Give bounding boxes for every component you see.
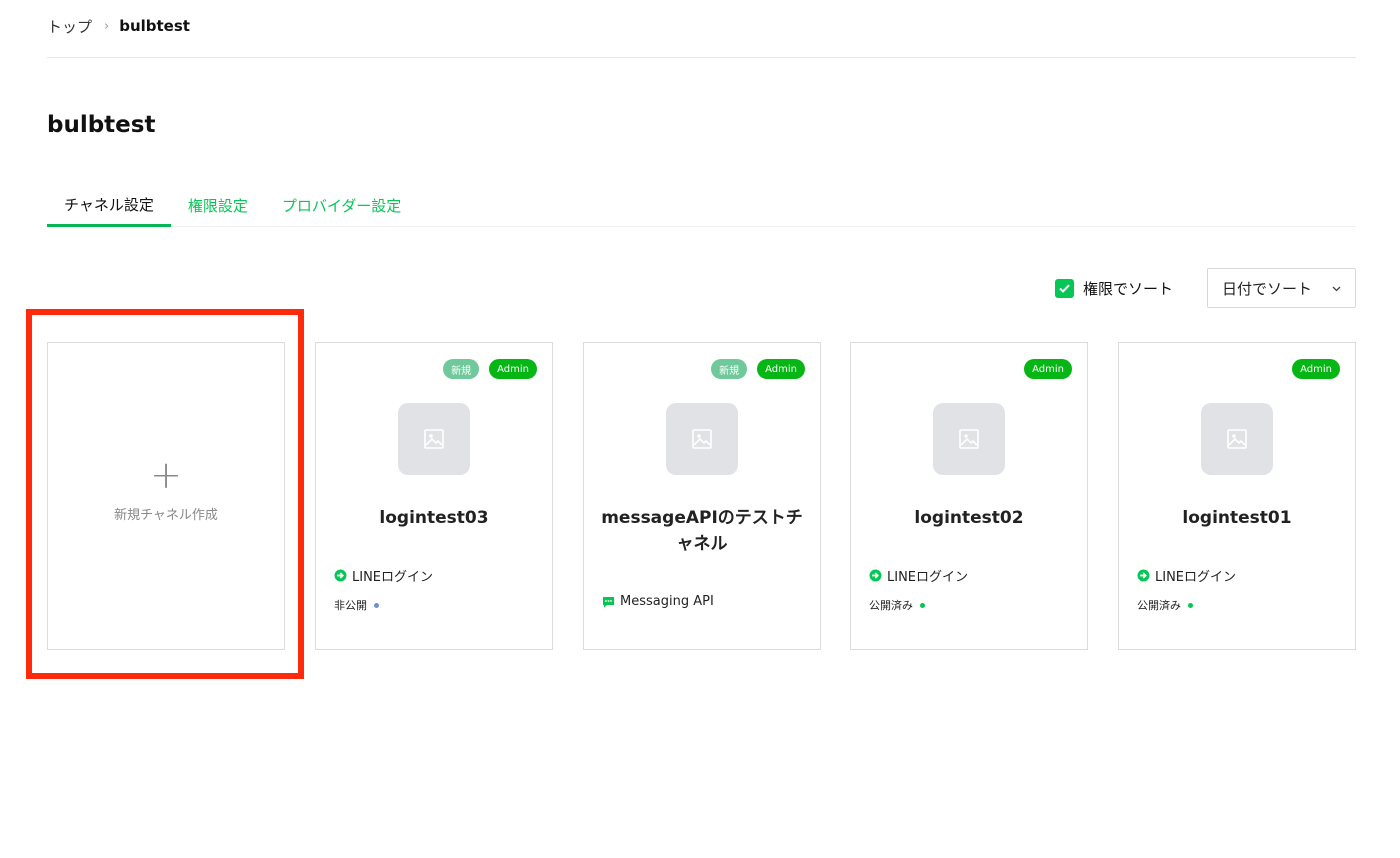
new-badge: 新規 [711,359,748,379]
breadcrumb-current: bulbtest [119,17,190,35]
sort-bar: 権限でソート 日付でソート [1054,268,1356,308]
admin-badge: Admin [489,359,537,379]
image-placeholder-icon [1201,403,1273,475]
new-badge: 新規 [443,359,480,379]
channel-type: LINEログイン [1137,566,1236,585]
channel-type: Messaging API [602,594,714,609]
image-placeholder-icon [398,403,470,475]
tab-permission-settings[interactable]: 権限設定 [171,184,265,227]
sort-by-permission-label: 権限でソート [1082,279,1173,298]
channel-name: messageAPIのテストチャネル [601,508,803,554]
channel-status-label: 公開済み [1137,599,1181,612]
status-dot [1188,602,1193,608]
sort-by-date-select[interactable]: 日付でソート [1207,268,1356,308]
line-login-icon [334,569,347,582]
tab-bar: チャネル設定 権限設定 プロバイダー設定 [47,184,1356,227]
breadcrumb-home-link[interactable]: トップ [47,16,92,37]
channel-type: LINEログイン [334,566,433,585]
create-channel-card[interactable]: + 新規チャネル作成 [47,342,285,650]
sort-by-permission-checkbox[interactable]: 権限でソート [1054,278,1173,299]
checkbox-checked-icon[interactable] [1054,278,1074,298]
create-channel-label: 新規チャネル作成 [114,507,218,523]
messaging-api-icon [602,596,615,608]
channel-type-label: LINEログイン [352,570,434,585]
channel-status: 公開済み [869,597,925,613]
channel-type-label: LINEログイン [887,570,969,585]
sort-select-value: 日付でソート [1222,279,1313,298]
tab-provider-settings[interactable]: プロバイダー設定 [265,184,418,227]
admin-badge: Admin [757,359,805,379]
channel-status: 非公開 [334,597,379,613]
channel-card[interactable]: Admin logintest02 LINEログイン 公開済み [850,342,1088,650]
chevron-down-icon [1332,282,1341,295]
tab-channel-settings[interactable]: チャネル設定 [47,184,171,227]
badge-group: Admin [1292,359,1340,379]
channel-type: LINEログイン [869,566,968,585]
channel-card[interactable]: Admin logintest01 LINEログイン 公開済み [1118,342,1356,650]
status-dot [920,602,925,608]
channel-card[interactable]: 新規 Admin messageAPIのテストチャネル Messaging AP… [583,342,821,650]
image-placeholder-icon [666,403,738,475]
channel-name: logintest03 [379,508,489,528]
badge-group: Admin [1024,359,1072,379]
channel-status-label: 非公開 [334,599,367,612]
channel-name: logintest01 [1182,508,1292,528]
badge-group: 新規 Admin [443,359,537,379]
chevron-right-icon: › [104,18,110,34]
line-login-icon [1137,569,1150,582]
admin-badge: Admin [1292,359,1340,379]
channel-card[interactable]: 新規 Admin logintest03 LINEログイン 非公開 [315,342,553,650]
channel-status: 公開済み [1137,597,1193,613]
channel-type-label: Messaging API [620,594,714,609]
channel-name: logintest02 [914,508,1024,528]
admin-badge: Admin [1024,359,1072,379]
line-login-icon [869,569,882,582]
status-dot [374,602,379,608]
divider [47,57,1356,58]
plus-icon: + [150,452,182,497]
page-title: bulbtest [47,112,156,138]
image-placeholder-icon [933,403,1005,475]
badge-group: 新規 Admin [711,359,805,379]
channel-type-label: LINEログイン [1155,570,1237,585]
breadcrumb: トップ › bulbtest [47,15,190,37]
channel-status-label: 公開済み [869,599,913,612]
